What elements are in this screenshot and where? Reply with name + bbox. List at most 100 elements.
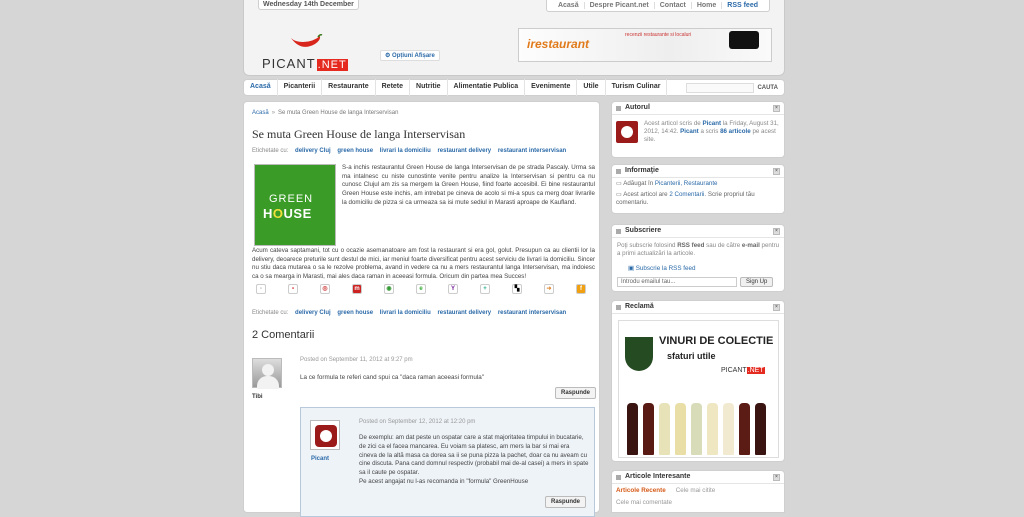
post-body-1: S-a inchis restaurantul Green House de l… <box>342 164 595 206</box>
tag-link[interactable]: delivery Cluj <box>295 310 331 316</box>
share-icon[interactable]: ◎ <box>320 284 330 294</box>
info-widget: Informaţie × ▭ Adăugat în Picanterii, Re… <box>611 164 785 214</box>
header-banner-ad[interactable]: irestaurant recenzii restaurante si loca… <box>518 28 772 62</box>
widget-title: Articole Interesante <box>612 471 784 484</box>
top-links: Acasă Despre Picant.net Contact Home RSS… <box>545 0 770 12</box>
top-link-home[interactable]: Home <box>692 2 723 9</box>
tab-most-read[interactable]: Cele mai citite <box>676 487 716 494</box>
articles-tabs: Articole Recente Cele mai citite <box>616 487 715 494</box>
wine-bottle <box>675 403 686 455</box>
tag-link[interactable]: restaurant interservisan <box>498 310 566 316</box>
nav-item-turism[interactable]: Turism Culinar <box>606 79 668 96</box>
share-icon[interactable]: • <box>288 284 298 294</box>
wine-bottle <box>627 403 638 455</box>
rss-link[interactable]: ▣ Subscrie la RSS feed <box>628 265 696 272</box>
subscribe-widget: Subscriere × Poţi subscrie folosind RSS … <box>611 224 785 292</box>
top-link-despre[interactable]: Despre Picant.net <box>585 2 655 9</box>
tag-link[interactable]: restaurant interservisan <box>498 148 566 154</box>
close-icon[interactable]: × <box>773 105 780 112</box>
site-logo[interactable]: PICANT .NET <box>262 34 354 71</box>
shield-icon <box>625 337 653 371</box>
share-icon[interactable]: ▚ <box>512 284 522 294</box>
current-date: Wednesday 14th December <box>258 0 359 10</box>
share-icon[interactable]: e <box>416 284 426 294</box>
author-widget: Autorul × Acest articol scris de Picant … <box>611 101 785 158</box>
display-options-button[interactable]: ⚙ Opțiuni Afișare <box>380 50 440 61</box>
share-icons: ▫ • ◎ m ◉ e Y + ▚ ➜ f <box>256 284 586 294</box>
tag-link[interactable]: green house <box>337 310 373 316</box>
nav-item-nutritie[interactable]: Nutritie <box>410 79 448 96</box>
breadcrumb-current: Se muta Green House de langa Interservis… <box>278 110 399 116</box>
nav-item-evenimente[interactable]: Evenimente <box>525 79 578 96</box>
post-title[interactable]: Se muta Green House de langa Interservis… <box>252 127 465 142</box>
top-link-contact[interactable]: Contact <box>655 2 692 9</box>
nav-item-picanterii[interactable]: Picanterii <box>278 79 323 96</box>
reply-button[interactable]: Raspunde <box>545 496 587 508</box>
share-icon[interactable]: Y <box>448 284 458 294</box>
comment-author[interactable]: Picant <box>311 456 329 462</box>
close-icon[interactable]: × <box>773 168 780 175</box>
wine-bottle <box>707 403 718 455</box>
tab-most-commented[interactable]: Cele mai comentate <box>616 499 672 506</box>
pepper-icon <box>291 34 323 47</box>
breadcrumb-home[interactable]: Acasă <box>252 110 269 116</box>
ad-widget: Reclamă × VINURI DE COLECTIE sfaturi uti… <box>611 300 785 462</box>
share-icon[interactable]: ➜ <box>544 284 554 294</box>
top-link-rss[interactable]: RSS feed <box>722 2 763 9</box>
search-input[interactable] <box>686 83 754 93</box>
avatar <box>310 420 340 450</box>
author-description: Acest articol scris de Picant la Friday,… <box>644 120 779 144</box>
tab-recent[interactable]: Articole Recente <box>616 487 666 494</box>
wine-ad-image[interactable]: VINURI DE COLECTIE sfaturi utile PICANT.… <box>618 320 779 458</box>
tag-link[interactable]: restaurant delivery <box>437 148 491 154</box>
top-link-acasa[interactable]: Acasă <box>553 2 585 9</box>
nav-item-acasa[interactable]: Acasă <box>244 79 278 96</box>
breadcrumb: Acasă» Se muta Green House de langa Inter… <box>252 110 399 116</box>
banner-brand: irestaurant <box>527 37 590 51</box>
wine-bottle <box>723 403 734 455</box>
wine-bottle <box>755 403 766 455</box>
sign-up-button[interactable]: Sign Up <box>740 277 774 287</box>
site-header: Wednesday 14th December Acasă Despre Pic… <box>243 0 785 76</box>
share-icon[interactable]: + <box>480 284 490 294</box>
comment-author: Tibi <box>252 394 263 400</box>
comment-meta: Posted on September 12, 2012 at 12:20 pm <box>359 419 476 425</box>
banner-tagline: recenzii restaurante si localuri <box>625 32 692 38</box>
tag-link[interactable]: green house <box>337 148 373 154</box>
logo-wordmark: PICANT .NET <box>262 56 348 71</box>
tag-link[interactable]: livrari la domiciliu <box>380 148 431 154</box>
tag-link[interactable]: restaurant delivery <box>437 310 491 316</box>
tag-link[interactable]: delivery Cluj <box>295 148 331 154</box>
comment-meta: Posted on September 11, 2012 at 9:27 pm <box>300 357 413 363</box>
nav-item-restaurante[interactable]: Restaurante <box>322 79 376 96</box>
close-icon[interactable]: × <box>773 228 780 235</box>
post-tags-bottom: Etichetate cu: delivery Cluj green house… <box>252 310 567 316</box>
search-button[interactable]: CAUTA <box>757 82 778 94</box>
share-icon[interactable]: ▫ <box>256 284 266 294</box>
widget-title: Reclamă <box>612 301 784 314</box>
widget-title: Autorul <box>612 102 784 115</box>
post-tags: Etichetate cu: delivery Cluj green house… <box>252 148 567 154</box>
share-icon[interactable]: ◉ <box>384 284 394 294</box>
nav-item-utile[interactable]: Utile <box>577 79 606 96</box>
info-comments: ▭ Acest articol are 2 Comentarii. Scrie … <box>616 191 755 206</box>
green-house-logo-image: GREEN HOUSE <box>254 164 336 246</box>
close-icon[interactable]: × <box>773 474 780 481</box>
comment-text: La ce formula te referi cand spui ca "da… <box>300 374 485 381</box>
wine-bottle <box>691 403 702 455</box>
wine-bottle <box>643 403 654 455</box>
bowtie-icon <box>729 31 759 49</box>
post-content: Acasă» Se muta Green House de langa Inter… <box>243 101 600 517</box>
share-icon[interactable]: f <box>576 284 586 294</box>
nav-item-retete[interactable]: Retete <box>376 79 411 96</box>
widget-title: Informaţie <box>612 165 784 178</box>
nav-item-alimentatie[interactable]: Alimentatie Publica <box>448 79 526 96</box>
email-field[interactable]: Introdu emailul tau... <box>617 277 737 287</box>
close-icon[interactable]: × <box>773 304 780 311</box>
tag-link[interactable]: livrari la domiciliu <box>380 310 431 316</box>
main-nav: Acasă Picanterii Restaurante Retete Nutr… <box>243 79 785 96</box>
wine-bottle <box>739 403 750 455</box>
share-icon[interactable]: m <box>352 284 362 294</box>
reply-button[interactable]: Raspunde <box>555 387 597 399</box>
comment-text: De exemplu: am dat peste un ospatar care… <box>359 434 589 485</box>
